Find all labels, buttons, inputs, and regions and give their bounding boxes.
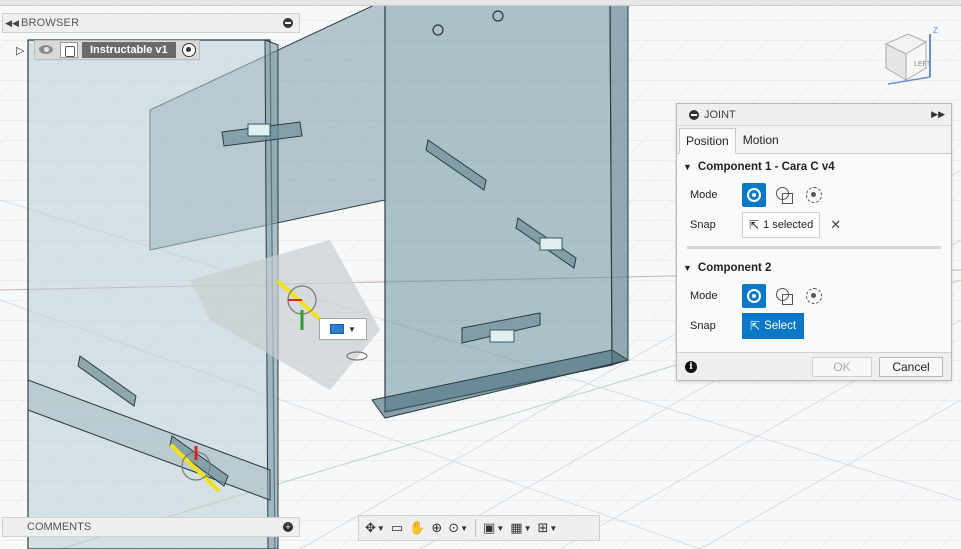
two-edge-intersection-button[interactable] [802,284,826,308]
component-icon [60,42,78,58]
minimize-icon[interactable] [689,109,699,120]
clear-selection-icon[interactable]: ✕ [830,217,841,233]
pan-hand-icon: ✋ [409,520,426,535]
right-panel [384,0,613,413]
viewports-icon: ⊞ [537,520,549,535]
navigation-toolbar: ✥ ▼ ▭ ✋ ⊕ ⊙ ▼ ▣ ▼ ▦ ▼ ⊞ ▼ [358,515,600,541]
simple-mode-icon [747,289,761,303]
joint-dialog-title: JOINT [704,108,736,121]
view-cube[interactable]: LEFT Z [878,22,948,92]
section-divider [687,246,941,249]
browser-root-row[interactable]: Instructable v1 [34,40,200,60]
collapse-icon[interactable]: ◀◀ [3,18,21,29]
visibility-eye-icon[interactable] [38,44,56,56]
right-panel-side [609,0,629,366]
between-two-faces-button[interactable] [772,284,796,308]
two-edge-intersection-icon [806,187,822,203]
comments-title: COMMENTS [27,521,92,533]
pan-button[interactable]: ✋ [407,518,427,538]
chevron-down-icon[interactable]: ▼ [524,524,532,533]
snap-selected-count: 1 selected [763,219,814,231]
joint-dialog: JOINT ▶▶ Position Motion ▼ Component 1 -… [676,103,952,381]
viewcube-axis-label: Z [933,26,938,35]
zoom-button[interactable]: ⊕ [429,518,444,538]
snap-label: Snap [690,320,716,332]
snap-select-label: Select [764,320,797,332]
chevron-down-icon[interactable]: ▼ [377,524,385,533]
look-at-icon: ▭ [390,520,404,535]
mode-label: Mode [690,189,718,201]
joint-dialog-footer: i OK Cancel [677,352,951,380]
fit-button[interactable]: ⊙ ▼ [446,518,470,538]
simple-mode-button[interactable] [742,183,766,207]
component2-snap-row: Snap ⇱ Select [677,311,951,341]
component1-snap-row: Snap ⇱ 1 selected ✕ [677,210,951,240]
tab-motion[interactable]: Motion [736,127,786,153]
snap-label: Snap [690,219,716,231]
tab-position[interactable]: Position [679,128,736,154]
component1-snap-selection[interactable]: ⇱ 1 selected [742,212,821,238]
simple-mode-icon [747,188,761,202]
browser-root-node[interactable]: ▷ Instructable v1 [16,40,200,60]
between-two-faces-button[interactable] [772,183,796,207]
look-at-button[interactable]: ▭ [389,518,405,538]
grid-settings-button[interactable]: ▦ ▼ [508,518,533,538]
between-two-faces-icon [776,288,793,305]
fit-icon: ⊙ [448,520,460,535]
minimize-icon[interactable] [283,18,293,28]
joint-tabs: Position Motion [677,126,951,154]
add-comment-icon[interactable]: + [283,522,293,532]
viewcube-face-label: LEFT [914,61,932,68]
info-icon[interactable]: i [685,360,697,373]
orbit-icon: ✥ [365,520,376,535]
cursor-arrow-icon: ⇱ [750,319,761,333]
grid-icon: ▦ [510,520,523,535]
expand-triangle-icon[interactable]: ▷ [16,43,28,57]
chevron-down-icon[interactable]: ▼ [460,524,468,533]
joint-dialog-header[interactable]: JOINT ▶▶ [677,104,951,126]
chevron-down-icon[interactable]: ▼ [549,524,557,533]
component2-section-header[interactable]: ▼ Component 2 [677,255,951,281]
browser-panel-header[interactable]: ◀◀ BROWSER [2,13,300,33]
component2-snap-select-button[interactable]: ⇱ Select [742,313,805,339]
browser-title: BROWSER [21,17,80,29]
simple-mode-button[interactable] [742,284,766,308]
viewports-button[interactable]: ⊞ ▼ [535,518,559,538]
zoom-icon: ⊕ [431,520,443,535]
collapse-triangle-icon[interactable]: ▼ [683,263,692,273]
toolbar-strip [0,0,961,6]
chevron-down-icon[interactable]: ▼ [348,325,356,334]
image-icon [330,324,345,334]
comments-panel-bar[interactable]: COMMENTS + [2,517,300,537]
two-edge-intersection-icon [806,288,822,304]
root-component-name[interactable]: Instructable v1 [82,42,176,58]
two-edge-intersection-button[interactable] [802,183,826,207]
chevron-down-icon[interactable]: ▼ [496,524,504,533]
joint-dialog-body: ▼ Component 1 - Cara C v4 Mode Snap ⇱ 1 … [677,154,951,371]
inline-selection-dropdown[interactable]: ▼ [319,318,367,340]
collapse-triangle-icon[interactable]: ▼ [683,162,692,172]
display-settings-button[interactable]: ▣ ▼ [481,518,506,538]
activate-radio-icon[interactable] [181,43,196,57]
monitor-icon: ▣ [483,520,496,535]
cancel-button[interactable]: Cancel [879,356,943,377]
between-two-faces-icon [776,187,793,204]
cursor-arrow-icon: ⇱ [749,218,760,232]
ok-button[interactable]: OK [812,356,872,377]
toolbar-divider [475,519,477,537]
component1-mode-row: Mode [677,180,951,210]
expand-dialog-icon[interactable]: ▶▶ [931,109,945,120]
component1-heading: Component 1 - Cara C v4 [697,161,835,173]
component2-heading: Component 2 [697,262,772,274]
component2-mode-row: Mode [677,281,951,311]
mode-label: Mode [690,290,718,302]
orbit-button[interactable]: ✥ ▼ [363,518,387,538]
component1-section-header[interactable]: ▼ Component 1 - Cara C v4 [677,154,951,180]
